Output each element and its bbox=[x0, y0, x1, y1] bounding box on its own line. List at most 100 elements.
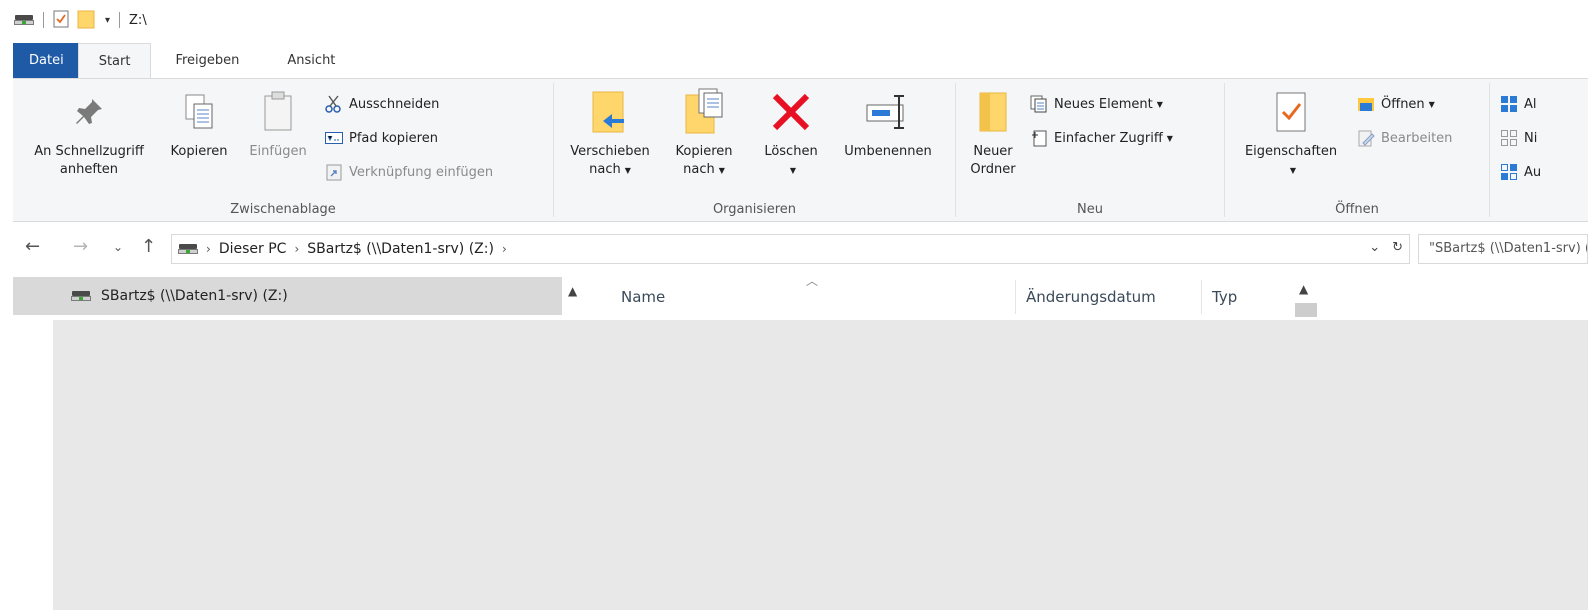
folder-icon bbox=[977, 90, 1009, 140]
back-arrow-icon[interactable]: ← bbox=[25, 236, 40, 257]
edit-label: Bearbeiten bbox=[1381, 130, 1453, 146]
scissors-icon bbox=[325, 95, 343, 113]
breadcrumb-chevron-icon[interactable]: › bbox=[206, 242, 211, 256]
copy-icon bbox=[182, 92, 216, 138]
tab-ansicht[interactable]: Ansicht bbox=[263, 43, 359, 79]
move-to-label-2: nach bbox=[589, 162, 621, 177]
cut-label: Ausschneiden bbox=[349, 96, 440, 112]
pin-icon bbox=[72, 95, 106, 135]
easy-access-button[interactable]: Einfacher Zugriff ▼ bbox=[1030, 125, 1173, 151]
address-bar[interactable]: › Dieser PC › SBartz$ (\\Daten1-srv) (Z:… bbox=[171, 234, 1410, 264]
network-drive-icon[interactable] bbox=[14, 13, 34, 27]
group-label-zwischenablage: Zwischenablage bbox=[230, 202, 336, 217]
qat-separator bbox=[43, 12, 44, 28]
new-folder-button[interactable]: Neuer Ordner bbox=[962, 87, 1024, 179]
copy-path-button[interactable]: Pfad kopieren bbox=[325, 125, 438, 151]
tab-start[interactable]: Start bbox=[77, 43, 152, 79]
qat-separator-2 bbox=[119, 12, 121, 28]
forward-arrow-icon[interactable]: → bbox=[73, 236, 88, 257]
network-drive-icon bbox=[178, 242, 198, 256]
open-button[interactable]: Öffnen ▼ bbox=[1357, 91, 1435, 117]
group-oeffnen: Eigenschaften ▼ Öffnen ▼ Bearbeiten Öffn… bbox=[1225, 79, 1489, 221]
new-folder-icon[interactable] bbox=[77, 9, 95, 32]
group-label-oeffnen: Öffnen bbox=[1335, 202, 1379, 217]
file-explorer-window: ▾ Z:\ Datei Start Freigeben Ansicht An S… bbox=[0, 0, 1588, 610]
invert-selection-icon bbox=[1500, 163, 1518, 181]
move-to-button[interactable]: Verschieben nach ▼ bbox=[560, 87, 660, 180]
window-title: Z:\ bbox=[129, 12, 147, 28]
chevron-down-icon: ▼ bbox=[624, 166, 631, 175]
open-label: Öffnen bbox=[1381, 96, 1425, 112]
filelist-scroll-up-icon[interactable]: ▲ bbox=[1299, 282, 1308, 296]
customize-qat-icon[interactable]: ▾ bbox=[105, 15, 110, 26]
group-label-organisieren: Organisieren bbox=[712, 202, 797, 217]
address-bar-controls: ⌄ ↻ bbox=[1369, 240, 1403, 255]
ribbon-tabs: Datei Start Freigeben Ansicht bbox=[13, 43, 359, 79]
group-organisieren: Verschieben nach ▼ Kopieren nach ▼ Löschen… bbox=[554, 79, 955, 221]
move-to-label-1: Verschieben bbox=[570, 144, 650, 159]
invert-selection-button[interactable]: Au bbox=[1500, 159, 1541, 185]
ribbon: An Schnellzugriff anheften Kopieren Einf… bbox=[13, 78, 1588, 222]
copy-button[interactable]: Kopieren bbox=[161, 87, 237, 161]
cut-button[interactable]: Ausschneiden bbox=[325, 91, 439, 117]
tab-datei[interactable]: Datei bbox=[13, 43, 78, 79]
open-folder-icon bbox=[1357, 95, 1375, 113]
paste-shortcut-label: Verknüpfung einfügen bbox=[349, 164, 494, 180]
paste-shortcut-icon bbox=[325, 163, 343, 181]
edit-button[interactable]: Bearbeiten bbox=[1357, 125, 1452, 151]
tab-freigeben[interactable]: Freigeben bbox=[151, 43, 263, 79]
path-icon bbox=[325, 129, 343, 147]
new-item-icon bbox=[1030, 95, 1048, 113]
properties-button[interactable]: Eigenschaften ▼ bbox=[1231, 87, 1351, 180]
paste-shortcut-button[interactable]: Verknüpfung einfügen bbox=[325, 159, 493, 185]
select-all-button[interactable]: Al bbox=[1500, 91, 1537, 117]
copy-to-label-2: nach bbox=[683, 162, 715, 177]
file-list-area[interactable] bbox=[53, 320, 1588, 610]
network-drive-icon bbox=[71, 289, 91, 303]
copy-to-button[interactable]: Kopieren nach ▼ bbox=[664, 87, 744, 180]
edit-icon bbox=[1357, 129, 1375, 147]
filelist-scrollbar-thumb[interactable] bbox=[1295, 303, 1317, 317]
new-folder-label-1: Neuer bbox=[973, 144, 1013, 159]
breadcrumb-chevron-icon[interactable]: › bbox=[502, 242, 507, 256]
recent-locations-chevron-icon[interactable]: ⌄ bbox=[113, 240, 123, 254]
pin-label-2: anheften bbox=[59, 162, 119, 177]
navpane-scroll-up-icon[interactable]: ▲ bbox=[568, 284, 577, 298]
chevron-down-icon: ▼ bbox=[1156, 99, 1163, 109]
search-input[interactable]: "SBartz$ (\\Daten1-srv) (Z:)" durchsuche… bbox=[1418, 234, 1588, 264]
up-arrow-icon[interactable]: ↑ bbox=[141, 236, 156, 257]
invert-selection-label: Au bbox=[1524, 164, 1542, 180]
refresh-icon[interactable]: ↻ bbox=[1392, 240, 1403, 255]
column-divider[interactable] bbox=[1201, 280, 1202, 314]
properties-check-icon[interactable] bbox=[53, 10, 69, 31]
group-label-neu: Neu bbox=[1077, 202, 1103, 217]
column-header-name[interactable]: Name bbox=[621, 277, 1011, 317]
copy-path-label: Pfad kopieren bbox=[349, 130, 438, 146]
copy-label: Kopieren bbox=[170, 144, 228, 159]
easy-access-label: Einfacher Zugriff bbox=[1054, 130, 1163, 146]
address-history-dropdown-icon[interactable]: ⌄ bbox=[1369, 240, 1380, 255]
delete-button[interactable]: Löschen ▼ bbox=[754, 87, 828, 180]
column-header-type[interactable]: Typ bbox=[1212, 277, 1282, 317]
new-item-button[interactable]: Neues Element ▼ bbox=[1030, 91, 1163, 117]
breadcrumb-chevron-icon[interactable]: › bbox=[294, 242, 299, 256]
column-divider[interactable] bbox=[1015, 280, 1016, 314]
breadcrumb-dieser-pc[interactable]: Dieser PC bbox=[219, 241, 287, 257]
paste-button[interactable]: Einfügen bbox=[239, 87, 317, 161]
rename-button[interactable]: Umbenennen bbox=[830, 87, 946, 161]
pin-label-1: An Schnellzugriff bbox=[34, 144, 144, 159]
chevron-down-icon: ▼ bbox=[1289, 166, 1297, 175]
group-neu: Neuer Ordner Neues Element ▼ Einfacher Z… bbox=[956, 79, 1224, 221]
rename-label: Umbenennen bbox=[844, 144, 932, 159]
column-header-modified[interactable]: Änderungsdatum bbox=[1026, 277, 1196, 317]
select-all-label: Al bbox=[1524, 96, 1537, 112]
breadcrumb-drive[interactable]: SBartz$ (\\Daten1-srv) (Z:) bbox=[307, 241, 494, 257]
navpane-item-drive[interactable]: SBartz$ (\\Daten1-srv) (Z:) bbox=[13, 277, 562, 315]
navigation-bar: ← → ⌄ ↑ › Dieser PC › SBartz$ (\\Daten1-… bbox=[13, 230, 1588, 268]
new-folder-label-2: Ordner bbox=[970, 162, 1016, 177]
select-none-button[interactable]: Ni bbox=[1500, 125, 1537, 151]
select-none-label: Ni bbox=[1524, 130, 1538, 146]
paste-label: Einfügen bbox=[249, 144, 307, 159]
new-item-label: Neues Element bbox=[1054, 96, 1153, 112]
pin-quick-access-button[interactable]: An Schnellzugriff anheften bbox=[17, 87, 161, 179]
